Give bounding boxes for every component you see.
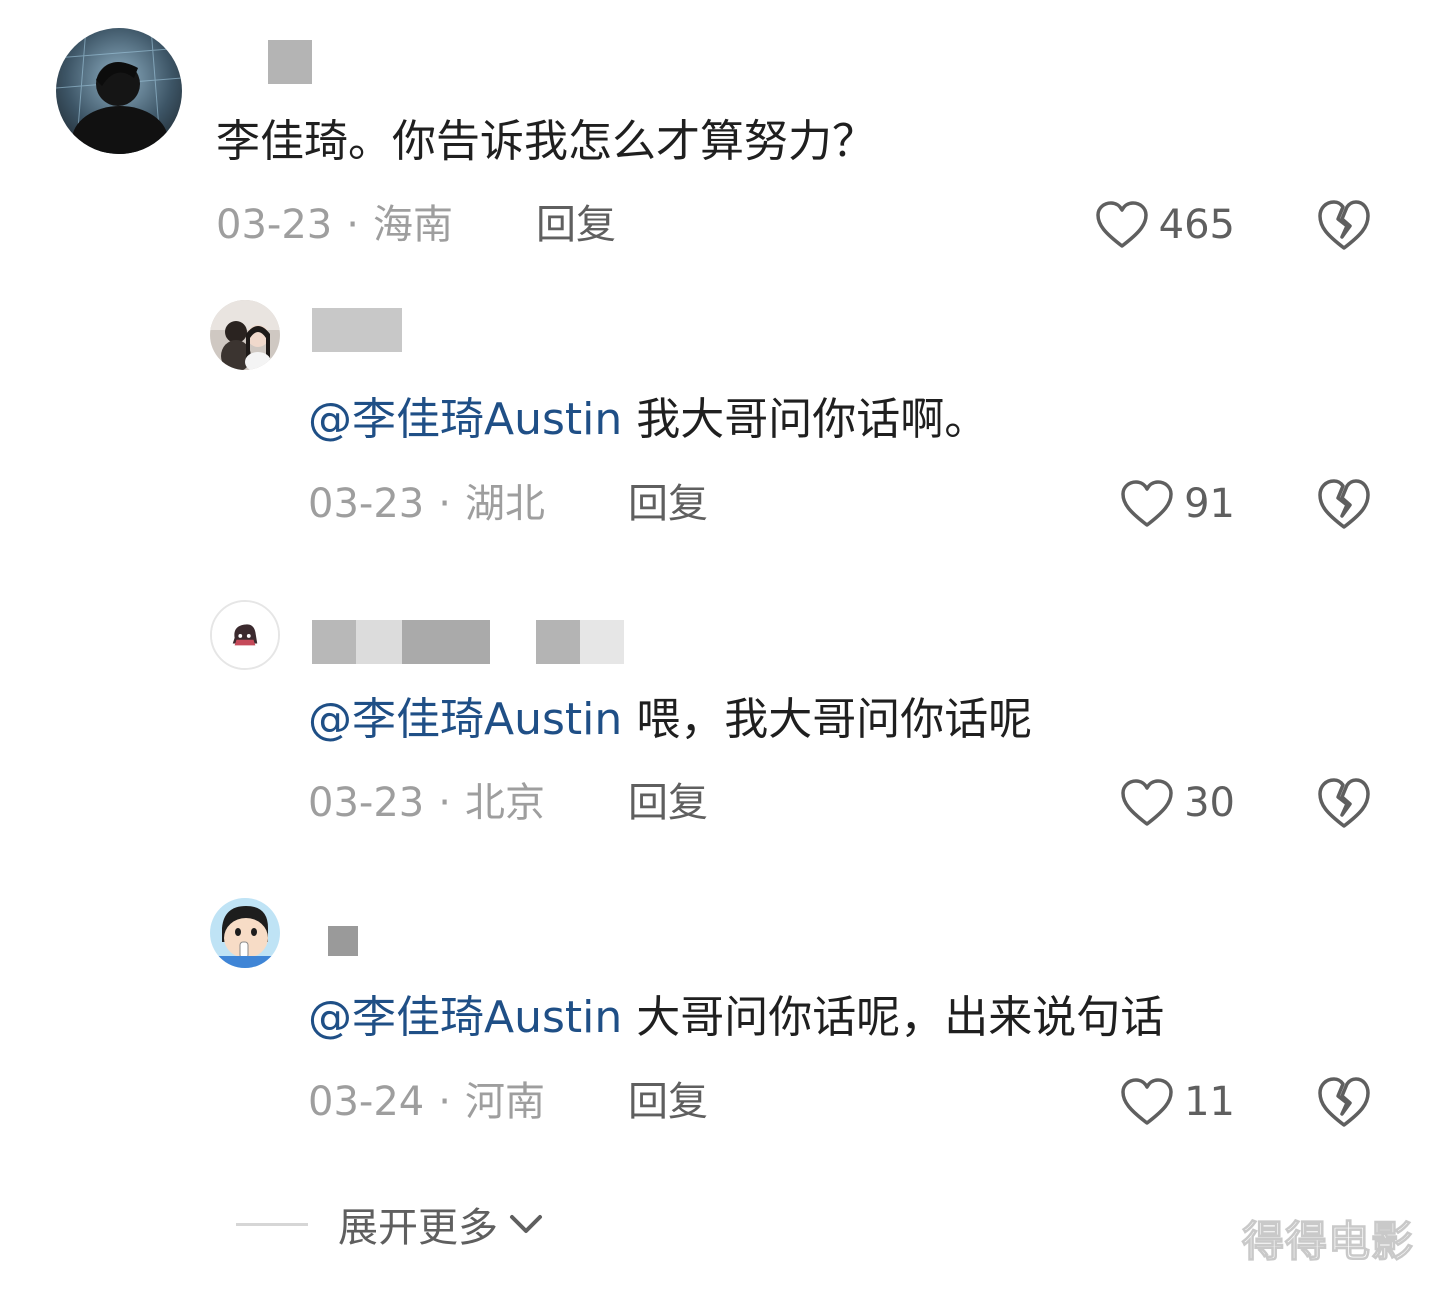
heart-icon xyxy=(1121,1078,1173,1125)
heart-icon xyxy=(1121,480,1173,527)
meta-separator: · xyxy=(346,202,359,248)
like-count: 465 xyxy=(1158,202,1235,248)
mention-link[interactable]: @李佳琦Austin xyxy=(308,394,622,445)
expand-more-button[interactable]: 展开更多 xyxy=(236,1196,546,1252)
comment-text: @李佳琦Austin 喂，我大哥问你话呢 xyxy=(308,694,1033,745)
heart-icon xyxy=(1121,779,1173,826)
comment-location: 海南 xyxy=(372,202,453,248)
masked-username xyxy=(268,40,312,84)
expand-more-label: 展开更多 xyxy=(338,1205,498,1251)
like-count: 91 xyxy=(1184,481,1235,527)
meta-separator: · xyxy=(438,1079,451,1125)
heart-icon xyxy=(1095,201,1148,248)
meta-separator: · xyxy=(438,780,451,826)
broken-heart-icon xyxy=(1318,200,1370,250)
broken-heart-icon xyxy=(1318,778,1370,828)
comment-location: 河南 xyxy=(464,1079,545,1125)
comment-meta: 03-23 · 北京 xyxy=(308,775,545,831)
masked-username xyxy=(312,926,358,956)
like-button[interactable]: 465 xyxy=(1095,197,1235,253)
comment-meta: 03-23 · 海南 xyxy=(216,197,453,253)
reply-button[interactable]: 回复 xyxy=(628,476,708,532)
divider-line xyxy=(236,1222,308,1226)
reply-button[interactable]: 回复 xyxy=(536,197,616,253)
dislike-button[interactable] xyxy=(1316,775,1372,831)
comment-text: @李佳琦Austin 我大哥问你话啊。 xyxy=(308,394,989,445)
dislike-button[interactable] xyxy=(1316,476,1372,532)
comment-location: 北京 xyxy=(464,780,545,826)
comment-date: 03-23 xyxy=(308,780,425,826)
comment-meta: 03-24 · 河南 xyxy=(308,1074,545,1130)
comment-text: @李佳琦Austin 大哥问你话呢，出来说句话 xyxy=(308,992,1165,1043)
broken-heart-icon xyxy=(1318,479,1370,529)
comment-date: 03-23 xyxy=(216,202,333,248)
like-count: 11 xyxy=(1184,1079,1235,1125)
masked-username xyxy=(312,620,624,664)
comment-location: 湖北 xyxy=(464,481,545,527)
reply-button[interactable]: 回复 xyxy=(628,775,708,831)
broken-heart-icon xyxy=(1318,1077,1370,1127)
masked-username xyxy=(312,308,402,352)
avatar[interactable] xyxy=(210,898,280,968)
like-button[interactable]: 91 xyxy=(1120,476,1235,532)
comment-date: 03-23 xyxy=(308,481,425,527)
chevron-down-icon xyxy=(510,1215,542,1233)
mention-link[interactable]: @李佳琦Austin xyxy=(308,694,622,745)
avatar[interactable] xyxy=(56,28,182,154)
watermark: 得得电影 xyxy=(1241,1216,1414,1266)
comment-meta: 03-23 · 湖北 xyxy=(308,476,545,532)
like-button[interactable]: 30 xyxy=(1120,775,1235,831)
avatar[interactable] xyxy=(210,300,280,370)
like-count: 30 xyxy=(1184,780,1235,826)
comment-date: 03-24 xyxy=(308,1079,425,1125)
dislike-button[interactable] xyxy=(1316,1074,1372,1130)
meta-separator: · xyxy=(438,481,451,527)
comment-text: 李佳琦。你告诉我怎么才算努力？ xyxy=(216,116,876,167)
avatar[interactable] xyxy=(210,600,280,670)
like-button[interactable]: 11 xyxy=(1120,1074,1235,1130)
reply-button[interactable]: 回复 xyxy=(628,1074,708,1130)
mention-link[interactable]: @李佳琦Austin xyxy=(308,992,622,1043)
dislike-button[interactable] xyxy=(1316,197,1372,253)
